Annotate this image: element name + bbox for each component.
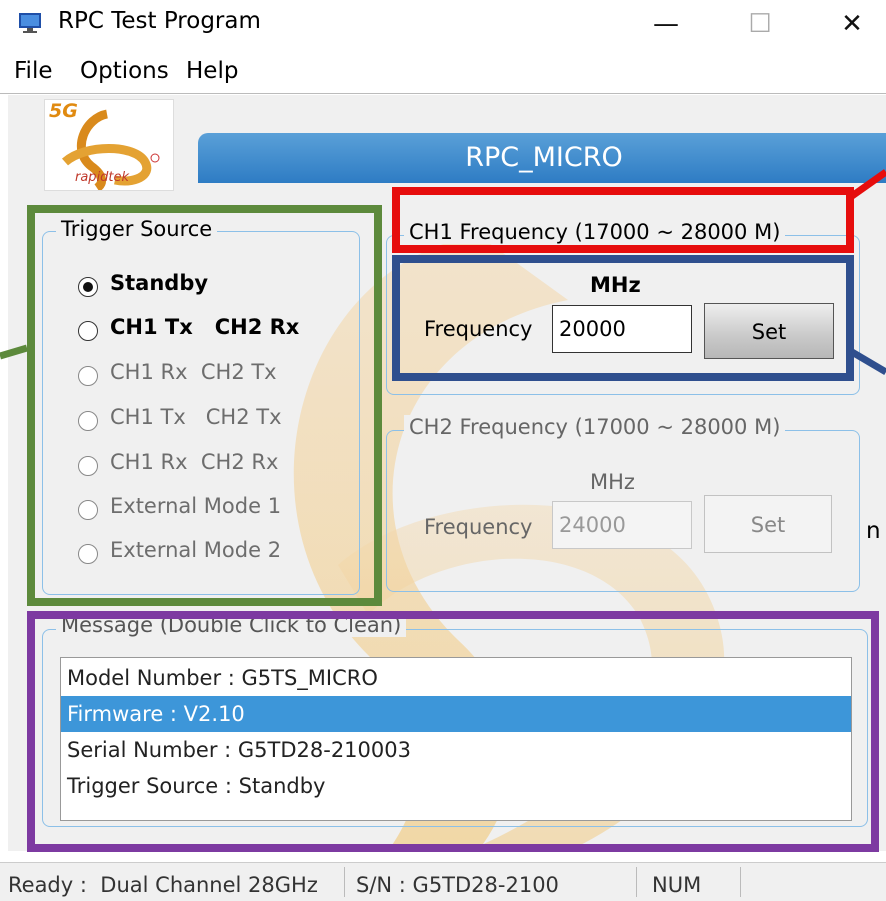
menu-options[interactable]: Options xyxy=(80,58,169,84)
message-highlight xyxy=(27,611,879,852)
menu-bar: File Options Help xyxy=(0,48,886,94)
ch1-input-highlight xyxy=(392,255,854,381)
status-ready: Ready : Dual Channel 28GHz xyxy=(8,873,318,897)
status-divider xyxy=(636,867,637,897)
minimize-button[interactable]: — xyxy=(636,4,696,44)
status-bar: Ready : Dual Channel 28GHz S/N : G5TD28-… xyxy=(0,862,886,901)
maximize-button[interactable]: ☐ xyxy=(730,4,790,44)
menu-help[interactable]: Help xyxy=(186,58,238,84)
ch2-frequency-label: CH2 Frequency (17000 ~ 28000 M) xyxy=(404,415,786,439)
close-button[interactable]: ✕ xyxy=(822,4,882,44)
company-logo: 5G rapidtek xyxy=(44,99,174,192)
title-bar: RPC Test Program — ☐ ✕ xyxy=(0,0,886,48)
status-num-lock: NUM xyxy=(652,873,702,897)
menu-file[interactable]: File xyxy=(14,58,53,84)
ch1-label-highlight xyxy=(392,187,854,253)
model-banner: RPC_MICRO xyxy=(198,133,886,183)
ch2-unit-label: MHz xyxy=(590,470,635,494)
trigger-source-highlight xyxy=(27,205,382,606)
ch2-set-button[interactable]: Set xyxy=(704,495,832,553)
status-divider xyxy=(344,867,345,897)
app-icon xyxy=(19,13,41,33)
status-serial-number: S/N : G5TD28-2100 xyxy=(356,873,559,897)
cropped-text-fragment: n xyxy=(866,518,881,544)
status-divider xyxy=(740,867,741,897)
window-title: RPC Test Program xyxy=(58,8,261,34)
ch2-frequency-field-label: Frequency xyxy=(424,515,533,539)
ch2-frequency-input[interactable] xyxy=(552,501,692,549)
logo-badge: 5G xyxy=(49,100,78,122)
logo-brand: rapidtek xyxy=(75,170,130,185)
